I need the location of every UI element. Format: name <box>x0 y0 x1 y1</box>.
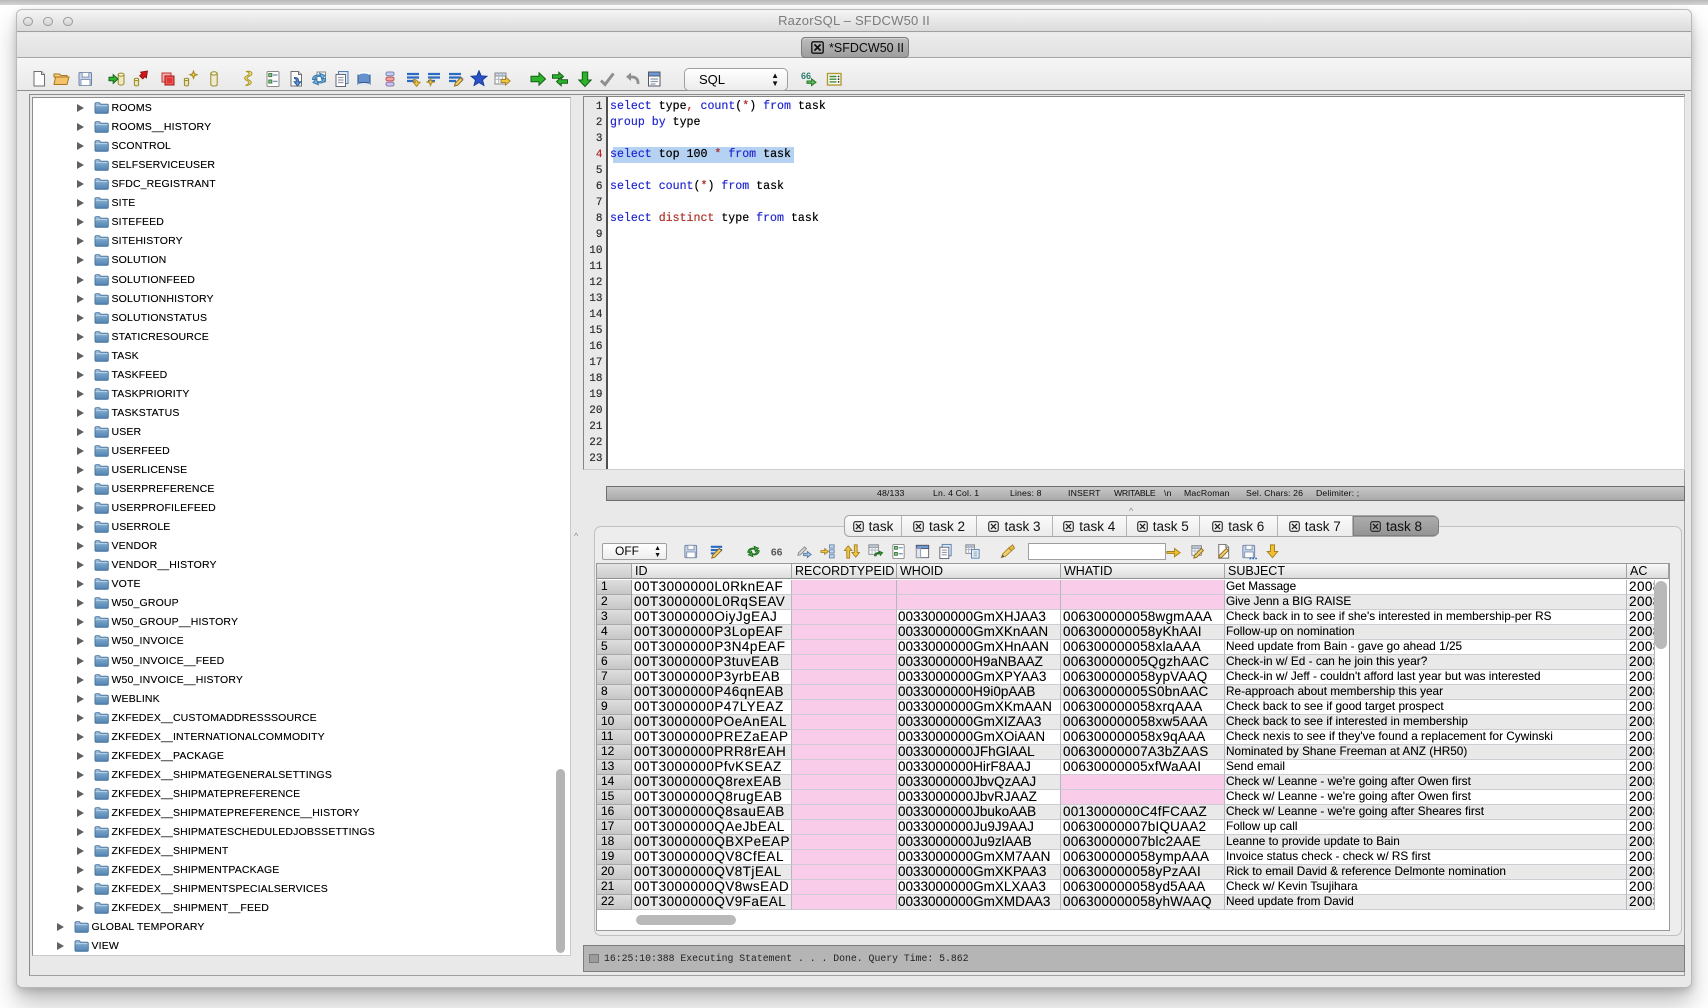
svg-text:66: 66 <box>771 547 783 558</box>
svg-text:66: 66 <box>801 71 811 81</box>
